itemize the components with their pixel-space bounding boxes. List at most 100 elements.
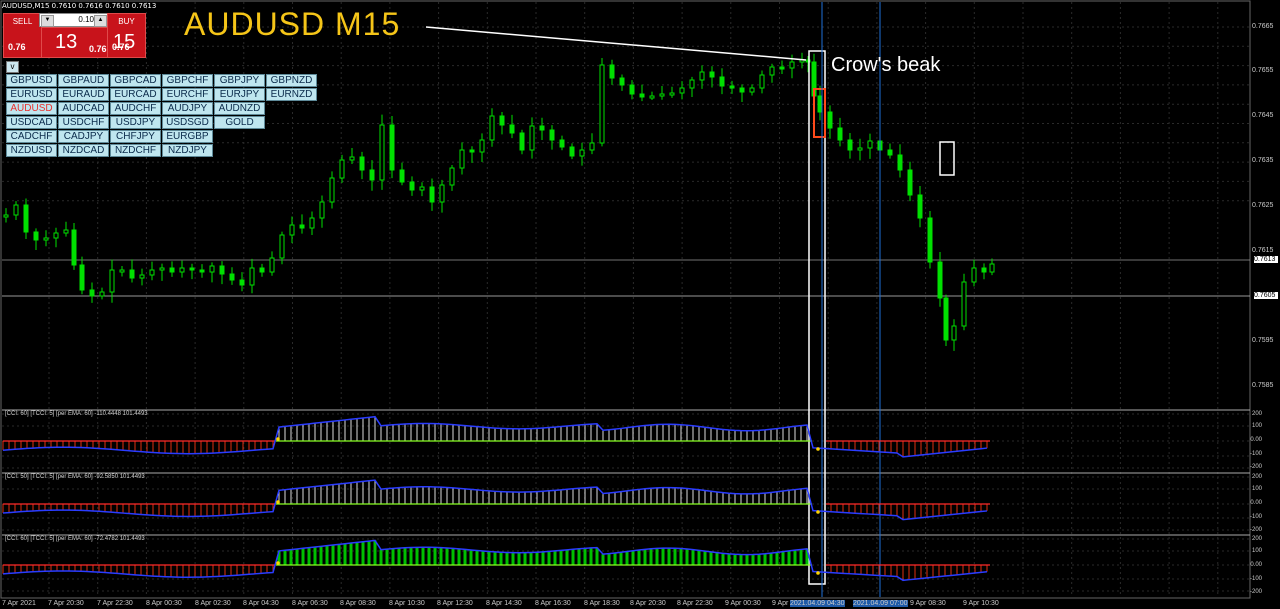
- time-axis-label: 2021.04.09 07:00: [853, 600, 908, 607]
- symbol-button-usdcad[interactable]: USDCAD: [6, 116, 57, 129]
- time-axis-label: 8 Apr 20:30: [630, 600, 666, 607]
- symbol-button-eurchf[interactable]: EURCHF: [162, 88, 213, 101]
- symbol-button-eurnzd[interactable]: EURNZD: [266, 88, 317, 101]
- symbol-button-gbpaud[interactable]: GBPAUD: [58, 74, 109, 87]
- bearish-candle: [299, 224, 305, 229]
- symbol-button-gbpnzd[interactable]: GBPNZD: [266, 74, 317, 87]
- bullish-candle: [419, 186, 425, 191]
- bullish-candle: [599, 64, 605, 144]
- symbol-button-cadchf[interactable]: CADCHF: [6, 130, 57, 143]
- bullish-candle: [529, 125, 535, 151]
- time-axis-label: 8 Apr 22:30: [677, 600, 713, 607]
- signal-dot: [276, 500, 280, 504]
- symbol-button-usdjpy[interactable]: USDJPY: [110, 116, 161, 129]
- indicator-scale-label: 200: [1251, 411, 1262, 417]
- symbol-button-gbpcad[interactable]: GBPCAD: [110, 74, 161, 87]
- bearish-candle: [943, 297, 949, 341]
- bullish-candle: [269, 257, 275, 273]
- symbol-button-nzdchf[interactable]: NZDCHF: [110, 144, 161, 157]
- bullish-candle: [961, 281, 967, 327]
- indicator-scale-label: -100: [1249, 576, 1262, 582]
- indicator-scale-label: -200: [1249, 527, 1262, 533]
- lot-size-field[interactable]: ▼ 0.10 ▲: [39, 13, 109, 27]
- bullish-candle: [319, 201, 325, 219]
- bearish-candle: [519, 132, 525, 151]
- annotation-crows-beak: Crow's beak: [831, 54, 941, 76]
- time-axis-label: 8 Apr 08:30: [340, 600, 376, 607]
- lot-size-value: 0.10: [78, 15, 94, 24]
- time-axis-label: 7 Apr 20:30: [48, 600, 84, 607]
- symbol-button-usdchf[interactable]: USDCHF: [58, 116, 109, 129]
- bullish-candle: [119, 269, 125, 273]
- indicator-label: [CCI: 60] [TCCI: 5] [per EMA: 60] -72.47…: [5, 536, 145, 542]
- bullish-candle: [159, 267, 165, 271]
- symbol-button-nzdjpy[interactable]: NZDJPY: [162, 144, 213, 157]
- symbol-button-audjpy[interactable]: AUDJPY: [162, 102, 213, 115]
- bullish-candle: [489, 115, 495, 141]
- buy-label: BUY: [118, 17, 135, 26]
- bullish-candle: [689, 79, 695, 89]
- chart-title: AUDUSD,M15 0.7610 0.7616 0.7610 0.7613: [2, 2, 157, 10]
- bullish-candle: [439, 184, 445, 203]
- sell-price-big[interactable]: 13: [55, 27, 77, 58]
- lot-increase-arrow-icon[interactable]: ▲: [94, 15, 107, 27]
- symbol-button-usdsgd[interactable]: USDSGD: [162, 116, 213, 129]
- symbol-button-gbpjpy[interactable]: GBPJPY: [214, 74, 265, 87]
- time-axis-label: 7 Apr 2021: [2, 600, 36, 607]
- bearish-candle: [629, 84, 635, 95]
- time-axis-label: 8 Apr 00:30: [146, 600, 182, 607]
- bullish-candle: [699, 71, 705, 81]
- bearish-candle: [219, 265, 225, 275]
- symbol-panel-toggle[interactable]: v: [6, 61, 19, 73]
- symbol-button-eurjpy[interactable]: EURJPY: [214, 88, 265, 101]
- one-click-trading-panel: SELL 0.76 13 ▼ 0.10 ▲ BUY 0.76 15 0.76: [3, 13, 146, 58]
- indicator-scale-label: -100: [1249, 451, 1262, 457]
- bullish-candle: [349, 156, 355, 161]
- time-axis-label: 9 Apr 00:30: [725, 600, 761, 607]
- symbol-button-eurcad[interactable]: EURCAD: [110, 88, 161, 101]
- bullish-candle: [289, 224, 295, 236]
- indicator-scale-label: -100: [1249, 514, 1262, 520]
- bearish-candle: [927, 217, 933, 263]
- bearish-candle: [469, 149, 475, 153]
- bullish-candle: [679, 87, 685, 94]
- buy-price-big[interactable]: 15: [113, 27, 135, 58]
- symbol-button-nzdusd[interactable]: NZDUSD: [6, 144, 57, 157]
- bullish-candle: [53, 232, 59, 239]
- symbol-button-euraud[interactable]: EURAUD: [58, 88, 109, 101]
- sell-button[interactable]: SELL 0.76: [3, 13, 42, 58]
- symbol-button-eurusd[interactable]: EURUSD: [6, 88, 57, 101]
- bearish-candle: [619, 77, 625, 86]
- lot-decrease-arrow-icon[interactable]: ▼: [41, 15, 54, 27]
- symbol-button-audcad[interactable]: AUDCAD: [58, 102, 109, 115]
- bullish-candle: [379, 124, 385, 181]
- bearish-candle: [847, 139, 853, 151]
- price-axis-label: 0.7645: [1252, 112, 1274, 119]
- bid-price-tag: 0.7613: [1254, 256, 1278, 263]
- symbol-button-audusd[interactable]: AUDUSD: [6, 102, 57, 115]
- symbol-button-gbpusd[interactable]: GBPUSD: [6, 74, 57, 87]
- symbol-button-nzdcad[interactable]: NZDCAD: [58, 144, 109, 157]
- symbol-button-audchf[interactable]: AUDCHF: [110, 102, 161, 115]
- bullish-candle: [43, 237, 49, 241]
- price-axis-label: 0.7625: [1252, 202, 1274, 209]
- indicator-scale-label: 0.00: [1250, 562, 1262, 568]
- bearish-candle: [917, 194, 923, 219]
- bearish-candle: [23, 204, 29, 233]
- time-axis-label: 8 Apr 14:30: [486, 600, 522, 607]
- bearish-candle: [199, 269, 205, 273]
- symbol-button-audnzd[interactable]: AUDNZD: [214, 102, 265, 115]
- bullish-candle: [99, 291, 105, 297]
- bullish-candle: [339, 159, 345, 179]
- symbol-button-gold[interactable]: GOLD: [214, 116, 265, 129]
- bullish-candle: [749, 87, 755, 93]
- price-axis-label: 0.7615: [1252, 247, 1274, 254]
- bearish-candle: [719, 76, 725, 87]
- symbol-button-gbpchf[interactable]: GBPCHF: [162, 74, 213, 87]
- time-axis-label: 8 Apr 10:30: [389, 600, 425, 607]
- symbol-button-cadjpy[interactable]: CADJPY: [58, 130, 109, 143]
- bullish-candle: [449, 167, 455, 186]
- bearish-candle: [569, 146, 575, 157]
- symbol-button-eurgbp[interactable]: EURGBP: [162, 130, 213, 143]
- symbol-button-chfjpy[interactable]: CHFJPY: [110, 130, 161, 143]
